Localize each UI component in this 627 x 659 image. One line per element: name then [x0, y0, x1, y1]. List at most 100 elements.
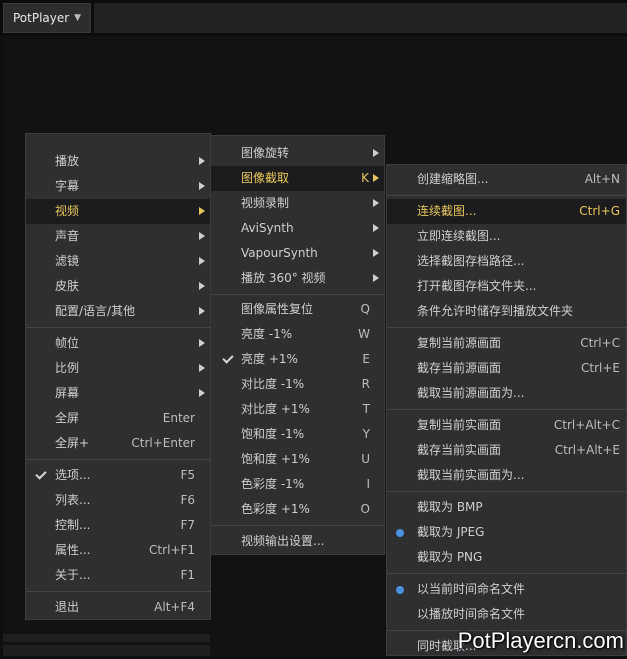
menu-item-capture-bmp[interactable]: 截取为 BMP — [387, 495, 626, 520]
menu-item-image-capture[interactable]: 图像截取 K — [211, 166, 384, 191]
menu-item-control[interactable]: 控制... F7 — [26, 513, 210, 538]
menu-item-label: 屏幕 — [55, 386, 80, 400]
menu-item-video-output-settings[interactable]: 视频输出设置... — [211, 529, 384, 554]
menu-item-continuous-capture[interactable]: 连续截图... Ctrl+G — [387, 199, 626, 224]
menu-item-save-real-frame[interactable]: 截存当前实画面 Ctrl+Alt+E — [387, 438, 626, 463]
menu-item-label: 截取当前实画面为... — [417, 468, 525, 482]
menu-item-label: 连续截图... — [417, 204, 477, 218]
menu-item-label: 关于... — [55, 568, 91, 582]
menu-item-subtitles[interactable]: 字幕 — [26, 174, 210, 199]
menu-item-shortcut: Ctrl+Alt+C — [553, 418, 620, 432]
menu-item-capture-png[interactable]: 截取为 PNG — [387, 545, 626, 570]
menu-separator — [387, 327, 626, 328]
submenu-arrow-icon — [373, 199, 379, 207]
menu-item-shortcut: R — [361, 377, 370, 391]
menu-item-fullscreen[interactable]: 全屏 Enter — [26, 406, 210, 431]
menu-item-label: 饱和度 -1% — [241, 427, 305, 441]
menu-item-brightness-down[interactable]: 亮度 -1% W — [211, 322, 384, 347]
menu-item-label: 字幕 — [55, 179, 80, 193]
menu-item-brightness-up[interactable]: 亮度 +1% E — [211, 347, 384, 372]
radio-selected-icon — [396, 586, 404, 594]
menu-item-options[interactable]: 选项... F5 — [26, 463, 210, 488]
menu-item-about[interactable]: 关于... F1 — [26, 563, 210, 588]
menu-item-avisynth[interactable]: AviSynth — [211, 216, 384, 241]
menu-item-create-thumbnails[interactable]: 创建缩略图... Alt+N — [387, 167, 626, 192]
menu-item-360-video[interactable]: 播放 360° 视频 — [211, 266, 384, 291]
menu-item-exit[interactable]: 退出 Alt+F4 — [26, 595, 210, 620]
menu-item-fullscreen-plus[interactable]: 全屏+ Ctrl+Enter — [26, 431, 210, 456]
menu-item-label: 截取为 PNG — [417, 550, 483, 564]
submenu-arrow-icon — [373, 149, 379, 157]
menu-item-contrast-down[interactable]: 对比度 -1% R — [211, 372, 384, 397]
menu-item-shortcut: Alt+F4 — [154, 600, 195, 614]
menu-item-filters[interactable]: 滤镜 — [26, 249, 210, 274]
menu-item-video-record[interactable]: 视频录制 — [211, 191, 384, 216]
menu-item-label: 视频录制 — [241, 196, 290, 210]
submenu-arrow-icon — [199, 157, 205, 165]
menu-item-shortcut: K — [361, 171, 369, 185]
video-submenu: 图像旋转 图像截取 K 视频录制 AviSynth VapourSynth 播放 … — [210, 135, 385, 555]
menu-item-open-save-folder[interactable]: 打开截图存档文件夹... — [387, 274, 626, 299]
menu-item-label: 播放 360° 视频 — [241, 271, 326, 285]
submenu-arrow-icon — [199, 282, 205, 290]
menu-item-rotate[interactable]: 图像旋转 — [211, 141, 384, 166]
menu-item-copy-source-frame[interactable]: 复制当前源画面 Ctrl+C — [387, 331, 626, 356]
menu-item-name-by-current-time[interactable]: 以当前时间命名文件 — [387, 577, 626, 602]
menu-item-frame[interactable]: 帧位 — [26, 331, 210, 356]
menu-item-saturation-up[interactable]: 饱和度 +1% U — [211, 447, 384, 472]
menu-item-label: 视频 — [55, 204, 80, 218]
menu-item-shortcut: Ctrl+F1 — [149, 543, 195, 557]
menu-item-save-to-play-folder[interactable]: 条件允许时储存到播放文件夹 — [387, 299, 626, 324]
control-bar — [3, 634, 210, 642]
menu-item-label: 比例 — [55, 361, 80, 375]
menu-item-shortcut: T — [362, 402, 370, 416]
menu-item-copy-real-frame[interactable]: 复制当前实画面 Ctrl+Alt+C — [387, 413, 626, 438]
menu-item-instant-continuous-capture[interactable]: 立即连续截图... — [387, 224, 626, 249]
menu-item-choose-save-path[interactable]: 选择截图存档路径... — [387, 249, 626, 274]
menu-item-label: 皮肤 — [55, 279, 80, 293]
submenu-arrow-icon — [199, 207, 205, 215]
menu-item-config[interactable]: 配置/语言/其他 — [26, 299, 210, 324]
menu-item-list[interactable]: 列表... F6 — [26, 488, 210, 513]
menu-item-shortcut: Y — [362, 427, 370, 441]
menu-item-capture-jpeg[interactable]: 截取为 JPEG — [387, 520, 626, 545]
menu-item-hue-down[interactable]: 色彩度 -1% I — [211, 472, 384, 497]
menu-item-shortcut: Q — [360, 302, 370, 316]
menu-item-label: 属性... — [55, 543, 91, 557]
menu-item-label: 以当前时间命名文件 — [417, 582, 526, 596]
submenu-arrow-icon — [373, 274, 379, 282]
menu-item-reset-image[interactable]: 图像属性复位 Q — [211, 297, 384, 322]
app-menu-button[interactable]: PotPlayer ▼ — [3, 3, 91, 33]
menu-item-save-source-frame[interactable]: 截存当前源画面 Ctrl+E — [387, 356, 626, 381]
menu-item-shortcut: Ctrl+C — [580, 336, 620, 350]
menu-item-screen[interactable]: 屏幕 — [26, 381, 210, 406]
menu-item-vapoursynth[interactable]: VapourSynth — [211, 241, 384, 266]
menu-item-play[interactable]: 播放 — [26, 149, 210, 174]
menu-item-label: 截存当前源画面 — [417, 361, 502, 375]
menu-item-label: 色彩度 +1% — [241, 502, 310, 516]
menu-item-video[interactable]: 视频 — [26, 199, 210, 224]
menu-separator — [387, 409, 626, 410]
menu-item-label: 全屏+ — [55, 436, 90, 450]
menu-item-shortcut: Ctrl+Alt+E — [554, 443, 620, 457]
menu-item-properties[interactable]: 属性... Ctrl+F1 — [26, 538, 210, 563]
watermark: PotPlayercn.com — [457, 628, 624, 653]
title-bar: PotPlayer ▼ — [0, 0, 627, 36]
menu-item-audio[interactable]: 声音 — [26, 224, 210, 249]
menu-item-save-real-frame-as[interactable]: 截取当前实画面为... — [387, 463, 626, 488]
menu-item-shortcut: Ctrl+Enter — [131, 436, 195, 450]
menu-item-skins[interactable]: 皮肤 — [26, 274, 210, 299]
menu-item-save-source-frame-as[interactable]: 截取当前源画面为... — [387, 381, 626, 406]
menu-separator — [26, 327, 210, 328]
menu-item-ratio[interactable]: 比例 — [26, 356, 210, 381]
menu-item-label: 截取为 BMP — [417, 500, 483, 514]
menu-item-label: 亮度 +1% — [241, 352, 298, 366]
menu-item-name-by-play-time[interactable]: 以播放时间命名文件 — [387, 602, 626, 627]
image-capture-submenu: 创建缩略图... Alt+N 连续截图... Ctrl+G 立即连续截图... 选择… — [386, 164, 627, 656]
menu-separator — [211, 294, 384, 295]
menu-item-label: 条件允许时储存到播放文件夹 — [417, 304, 574, 318]
menu-item-contrast-up[interactable]: 对比度 +1% T — [211, 397, 384, 422]
menu-item-saturation-down[interactable]: 饱和度 -1% Y — [211, 422, 384, 447]
menu-item-label: 饱和度 +1% — [241, 452, 310, 466]
menu-item-hue-up[interactable]: 色彩度 +1% O — [211, 497, 384, 522]
